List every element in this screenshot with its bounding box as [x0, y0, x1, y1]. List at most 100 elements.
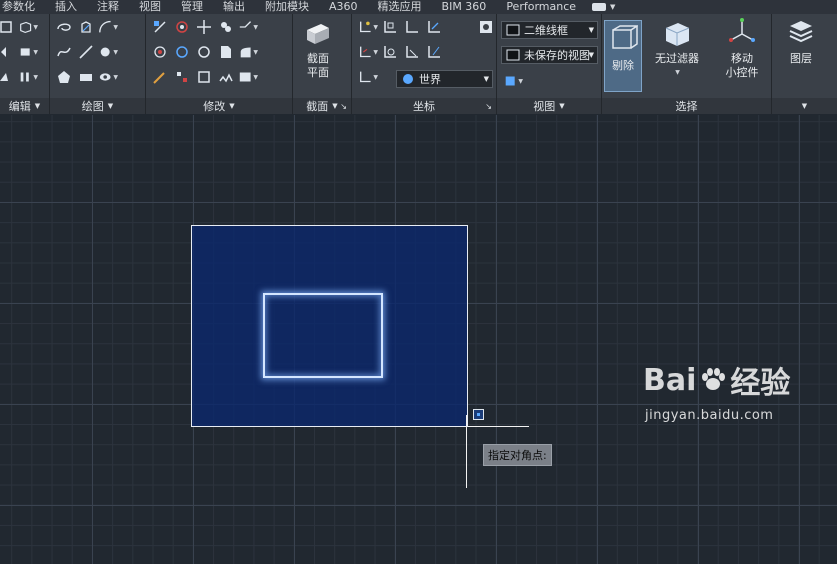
cull-button[interactable]: 剔除: [604, 20, 642, 92]
hatch-icon[interactable]: [76, 18, 96, 36]
circle-outline-icon[interactable]: [194, 43, 214, 61]
spline-icon[interactable]: [54, 43, 74, 61]
panel-section-label[interactable]: 截面 ▼ ↘: [293, 98, 351, 114]
wireframe-icon: [506, 24, 520, 36]
menu-parametric[interactable]: 参数化: [0, 0, 45, 14]
ucs-origin-icon[interactable]: [424, 18, 444, 36]
menu-featured-apps[interactable]: 精选应用: [368, 0, 432, 14]
ribbon-minimize-control[interactable]: ▼: [586, 3, 615, 11]
rectangle-icon[interactable]: [76, 68, 96, 86]
chevron-down-icon: ▼: [229, 102, 235, 110]
menu-addins[interactable]: 附加模块: [255, 0, 319, 14]
arc-icon[interactable]: ▼: [98, 18, 118, 36]
menu-view[interactable]: 视图: [129, 0, 171, 14]
menu-manage[interactable]: 管理: [171, 0, 213, 14]
gizmo-icon: [729, 18, 755, 42]
ucs-combo[interactable]: 世界 ▼: [396, 70, 493, 88]
stretch-icon[interactable]: [216, 68, 236, 86]
rotate-icon[interactable]: [172, 18, 192, 36]
watermark-brand-left: Bai: [643, 362, 697, 398]
chevron-down-icon: ▼: [483, 75, 489, 83]
layers-button[interactable]: 图层: [786, 18, 816, 66]
section-plane-label-2: 平面: [307, 66, 329, 79]
copy-icon[interactable]: [216, 18, 236, 36]
box-drop-icon[interactable]: ▼: [18, 43, 38, 61]
arrow-shape-icon[interactable]: [0, 43, 16, 61]
section-plane-icon: [307, 24, 329, 44]
solid-edit-icon[interactable]: ▼: [238, 68, 258, 86]
menu-insert[interactable]: 插入: [45, 0, 87, 14]
cull-label: 剔除: [612, 59, 634, 72]
panel-coordinates-label[interactable]: 坐标 ↘: [352, 98, 496, 114]
chevron-down-icon: ▼: [332, 102, 338, 110]
polygon-icon[interactable]: [54, 68, 74, 86]
ribbon: ▼ ▼ ▼ 编辑 ▼ ▼ ▼ ▼ 绘图 ▼ ▼ ▼ ▼ 修改 ▼ 截面 平面 截…: [0, 14, 837, 114]
crosshair-horizontal: [468, 426, 529, 427]
chevron-down-icon: ▼: [801, 102, 808, 110]
bars-icon[interactable]: ▼: [18, 68, 38, 86]
scale-icon[interactable]: [194, 68, 214, 86]
dialog-launcher-icon[interactable]: ↘: [340, 102, 347, 111]
layers-icon: [789, 21, 813, 43]
eye-icon[interactable]: ▼: [98, 68, 118, 86]
ucs-icon-toggle[interactable]: [476, 18, 496, 36]
line-icon[interactable]: [76, 43, 96, 61]
menu-annotate[interactable]: 注释: [87, 0, 129, 14]
panel-selection: 剔除 无过滤器 ▼ 移动 小控件 选择: [602, 14, 772, 114]
move-gizmo-button[interactable]: 移动 小控件: [716, 18, 768, 80]
menu-bim360[interactable]: BIM 360: [432, 0, 497, 14]
menu-a360[interactable]: A360: [319, 0, 368, 14]
ucs-icon[interactable]: ▼: [358, 18, 378, 36]
viewcube-icon[interactable]: ▼: [503, 72, 523, 90]
panel-draw-label[interactable]: 绘图 ▼: [50, 98, 145, 114]
document-edit-icon[interactable]: [216, 43, 236, 61]
fill-rect-icon[interactable]: [0, 18, 16, 36]
menu-output[interactable]: 输出: [213, 0, 255, 14]
cursor-pickbox: [473, 409, 484, 420]
panel-edit: ▼ ▼ ▼ 编辑 ▼: [0, 14, 50, 114]
chevron-down-icon: ▼: [34, 102, 41, 110]
ucs-world-icon[interactable]: [380, 18, 400, 36]
chevron-down-icon: ▼: [675, 69, 680, 76]
ucs-face-icon[interactable]: ▼: [358, 43, 378, 61]
trim-icon[interactable]: [150, 18, 170, 36]
panel-layers-expander[interactable]: ▼: [772, 98, 837, 114]
array-icon[interactable]: [172, 68, 192, 86]
panel-edit-title: 编辑: [8, 100, 31, 113]
brush-icon[interactable]: [150, 68, 170, 86]
ucs-previous-icon[interactable]: [402, 18, 422, 36]
move-icon[interactable]: [194, 18, 214, 36]
cull-cube-icon: [612, 25, 638, 49]
ucs-view-icon[interactable]: [402, 43, 422, 61]
no-filter-button[interactable]: 无过滤器 ▼: [650, 18, 704, 80]
panel-coordinates: ▼ ▼ ▼ 世界 ▼ 坐标 ↘: [352, 14, 497, 114]
drawing-canvas[interactable]: 指定对角点:: [0, 115, 837, 564]
ucs-3point-icon[interactable]: ▼: [358, 68, 378, 86]
panel-view-title: 视图: [533, 100, 556, 113]
panel-section-title: 截面: [306, 100, 329, 113]
chevron-down-icon: ▼: [107, 102, 114, 110]
filter-cube-icon: [665, 23, 690, 46]
ucs-zaxis-icon[interactable]: [424, 43, 444, 61]
section-plane-button[interactable]: 截面 平面: [303, 18, 333, 80]
panel-selection-label[interactable]: 选择: [602, 98, 771, 114]
panel-view-label[interactable]: 视图 ▼: [497, 98, 601, 114]
named-view-combo[interactable]: 未保存的视图 ▼: [501, 46, 598, 64]
wedge-icon[interactable]: [0, 68, 16, 86]
chevron-down-icon: ▼: [588, 26, 594, 34]
chamfer-icon[interactable]: ▼: [238, 18, 258, 36]
fillet-icon[interactable]: ▼: [238, 43, 258, 61]
dialog-launcher-icon[interactable]: ↘: [485, 102, 492, 111]
ucs-object-icon[interactable]: [380, 43, 400, 61]
cube-icon[interactable]: ▼: [18, 18, 38, 36]
mirror-icon[interactable]: [172, 43, 192, 61]
circle-icon[interactable]: ▼: [98, 43, 118, 61]
menu-performance[interactable]: Performance: [496, 0, 586, 14]
panel-modify-label[interactable]: 修改 ▼: [146, 98, 292, 114]
polyline-loop-icon[interactable]: [54, 18, 74, 36]
highlighted-rectangle[interactable]: [263, 293, 383, 378]
panel-edit-label[interactable]: 编辑 ▼: [0, 98, 49, 114]
panel-coordinates-title: 坐标: [413, 100, 435, 113]
explode-icon[interactable]: [150, 43, 170, 61]
visual-style-combo[interactable]: 二维线框 ▼: [501, 21, 598, 39]
